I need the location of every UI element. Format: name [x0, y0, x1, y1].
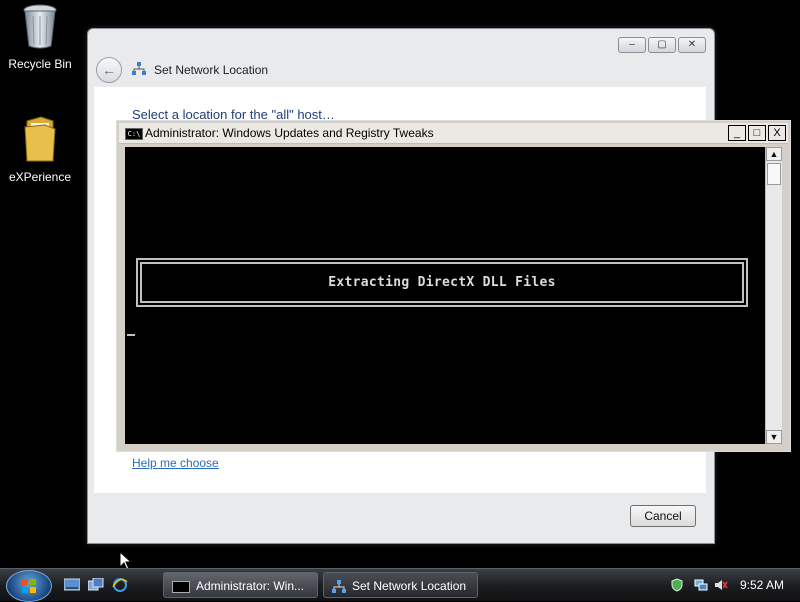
console-message-box: Extracting DirectX DLL Files [136, 258, 748, 307]
desktop-icon-experience[interactable]: eXPerience [0, 115, 80, 184]
network-status-icon[interactable] [694, 578, 708, 592]
window-title: Administrator: Windows Updates and Regis… [145, 126, 434, 140]
recycle-bin-icon [23, 4, 57, 49]
switch-windows-icon[interactable] [88, 578, 104, 592]
windows-logo-icon [22, 579, 36, 593]
close-button[interactable]: X [768, 125, 786, 141]
scroll-up-button[interactable]: ▲ [766, 147, 782, 161]
system-tray: 9:52 AM [650, 569, 800, 601]
desktop-icon-label: Recycle Bin [8, 57, 72, 71]
taskbar-button-console[interactable]: Administrator: Win... [163, 572, 318, 598]
taskbar-button-network-location[interactable]: Set Network Location [323, 572, 478, 598]
scroll-down-button[interactable]: ▼ [766, 430, 782, 444]
close-button[interactable]: ✕ [678, 37, 706, 53]
help-me-choose-link[interactable]: Help me choose [132, 456, 219, 470]
show-desktop-icon[interactable] [64, 578, 80, 592]
back-arrow-icon: ← [102, 62, 116, 78]
network-icon [132, 62, 146, 75]
taskbar-button-label: Set Network Location [352, 579, 467, 593]
scroll-thumb[interactable] [767, 163, 781, 185]
console-output[interactable]: Extracting DirectX DLL Files [125, 147, 765, 444]
maximize-button[interactable]: □ [748, 125, 766, 141]
maximize-button[interactable]: ▢ [648, 37, 676, 53]
console-titlebar[interactable]: C:\ Administrator: Windows Updates and R… [119, 123, 788, 144]
desktop-icon-recycle-bin[interactable]: Recycle Bin [0, 2, 80, 71]
window-caption-buttons: – ▢ ✕ [618, 37, 706, 53]
taskbar: Administrator: Win... Set Network Locati… [0, 568, 800, 602]
minimize-button[interactable]: _ [728, 125, 746, 141]
cancel-button[interactable]: Cancel [630, 505, 696, 527]
back-button[interactable]: ← [96, 57, 122, 83]
minimize-button[interactable]: – [618, 37, 646, 53]
console-message-frame: Extracting DirectX DLL Files [140, 262, 744, 303]
window-caption-buttons: _ □ X [728, 125, 786, 141]
security-shield-icon[interactable] [670, 578, 684, 592]
text-cursor [127, 334, 135, 336]
console-icon [172, 580, 190, 593]
clock[interactable]: 9:52 AM [740, 578, 784, 592]
console-message: Extracting DirectX DLL Files [328, 275, 556, 290]
desktop-icon-label: eXPerience [8, 170, 72, 184]
window-title: Set Network Location [154, 63, 269, 77]
folder-icon [24, 116, 56, 162]
console-window: C:\ Administrator: Windows Updates and R… [116, 120, 791, 452]
console-icon: C:\ [125, 128, 143, 140]
volume-muted-icon[interactable] [714, 578, 728, 592]
internet-explorer-icon[interactable] [112, 578, 128, 592]
taskbar-button-label: Administrator: Win... [196, 579, 305, 593]
network-icon [332, 579, 346, 593]
start-button[interactable] [6, 570, 52, 602]
vertical-scrollbar[interactable]: ▲ ▼ [765, 147, 782, 444]
